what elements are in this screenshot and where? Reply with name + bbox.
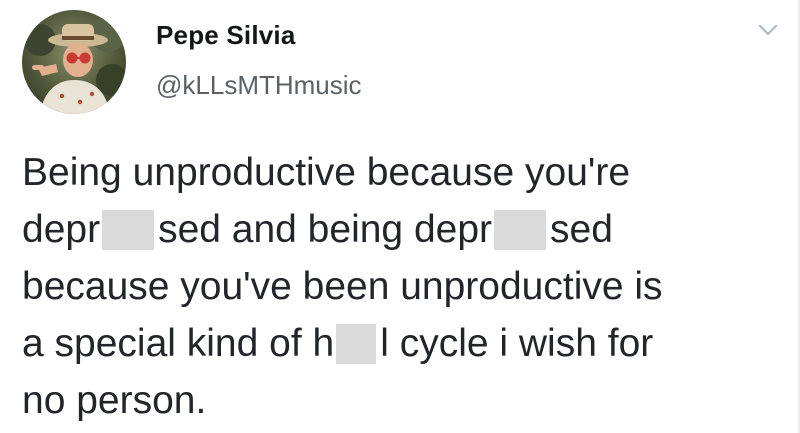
avatar[interactable]	[22, 10, 126, 114]
tweet-text: Being unproductive because you're depr se…	[22, 144, 782, 429]
text-segment: Being unproductive because you're	[22, 151, 631, 194]
user-handle[interactable]: @kLLsMTHmusic	[156, 70, 362, 101]
card-edge	[796, 0, 800, 433]
text-segment: sed and being depr	[158, 208, 492, 251]
text-segment: because you've been unproductive is	[22, 265, 663, 308]
text-segment: no person.	[22, 379, 207, 422]
tweet-card: Pepe Silvia @kLLsMTHmusic Being unproduc…	[0, 0, 800, 433]
tweet-line: because you've been unproductive is	[22, 258, 782, 315]
text-segment: a special kind of h	[22, 322, 335, 365]
tweet-line: no person.	[22, 372, 782, 429]
tweet-line: Being unproductive because you're	[22, 144, 782, 201]
redaction-block	[102, 210, 155, 250]
display-name[interactable]: Pepe Silvia	[156, 20, 296, 51]
tweet-line: depr sed and being depr sed	[22, 201, 782, 258]
text-segment: depr	[22, 208, 101, 251]
redaction-block	[494, 210, 546, 250]
chevron-down-icon[interactable]	[757, 22, 779, 38]
avatar-photo	[24, 16, 126, 114]
text-segment: l cycle i wish for	[380, 322, 654, 365]
text-segment: sed	[550, 208, 613, 251]
tweet-line: a special kind of h l cycle i wish for	[22, 315, 782, 372]
redaction-block	[336, 324, 377, 364]
